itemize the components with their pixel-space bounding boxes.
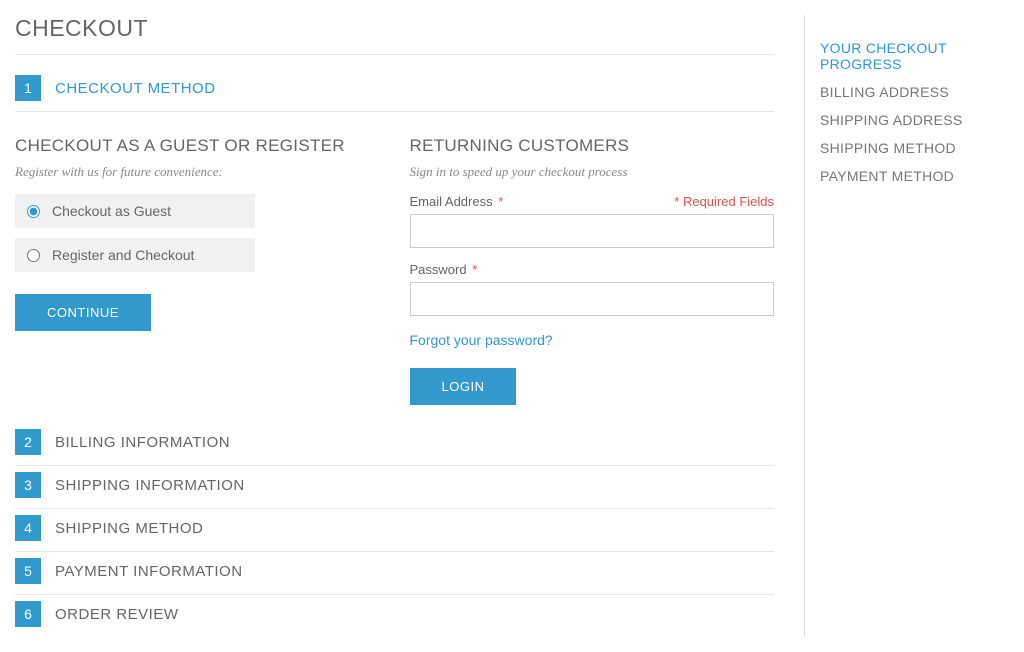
step-1-number: 1	[15, 75, 41, 101]
radio-checkout-as-guest[interactable]: Checkout as Guest	[15, 194, 255, 228]
step-4-title: SHIPPING METHOD	[55, 520, 203, 537]
returning-column: RETURNING CUSTOMERS Sign in to speed up …	[410, 136, 775, 405]
email-required-star: *	[498, 194, 503, 209]
step-5-number: 5	[15, 558, 41, 584]
checkout-container: CHECKOUT 1 CHECKOUT METHOD CHECKOUT AS A…	[0, 0, 1024, 652]
step-5-header[interactable]: 5 PAYMENT INFORMATION	[15, 552, 774, 595]
progress-item-shipping-method: SHIPPING METHOD	[820, 140, 1009, 156]
step-2-number: 2	[15, 429, 41, 455]
step-1-header[interactable]: 1 CHECKOUT METHOD	[15, 69, 774, 112]
step-6-title: ORDER REVIEW	[55, 606, 179, 623]
step-1-title: CHECKOUT METHOD	[55, 80, 216, 97]
step-2-title: BILLING INFORMATION	[55, 434, 230, 451]
password-label: Password *	[410, 262, 775, 277]
login-button[interactable]: LOGIN	[410, 368, 517, 405]
progress-item-payment: PAYMENT METHOD	[820, 168, 1009, 184]
step-3-number: 3	[15, 472, 41, 498]
progress-sidebar: YOUR CHECKOUT PROGRESS BILLING ADDRESS S…	[804, 15, 1009, 637]
radio-guest-label[interactable]: Checkout as Guest	[52, 203, 171, 219]
password-required-star: *	[472, 262, 477, 277]
continue-button[interactable]: CONTINUE	[15, 294, 151, 331]
radio-register-and-checkout[interactable]: Register and Checkout	[15, 238, 255, 272]
step-3-title: SHIPPING INFORMATION	[55, 477, 245, 494]
step-1-body: CHECKOUT AS A GUEST OR REGISTER Register…	[15, 112, 774, 423]
guest-heading: CHECKOUT AS A GUEST OR REGISTER	[15, 136, 380, 156]
progress-item-shipping-address: SHIPPING ADDRESS	[820, 112, 1009, 128]
title-divider	[15, 54, 774, 55]
guest-sub: Register with us for future convenience:	[15, 164, 380, 180]
page-title: CHECKOUT	[15, 15, 774, 42]
step-3-header[interactable]: 3 SHIPPING INFORMATION	[15, 466, 774, 509]
step-4-number: 4	[15, 515, 41, 541]
step-5-title: PAYMENT INFORMATION	[55, 563, 243, 580]
guest-column: CHECKOUT AS A GUEST OR REGISTER Register…	[15, 136, 380, 405]
returning-heading: RETURNING CUSTOMERS	[410, 136, 775, 156]
main-column: CHECKOUT 1 CHECKOUT METHOD CHECKOUT AS A…	[15, 15, 804, 637]
step-6-header[interactable]: 6 ORDER REVIEW	[15, 595, 774, 637]
radio-register-label[interactable]: Register and Checkout	[52, 247, 194, 263]
step-4-header[interactable]: 4 SHIPPING METHOD	[15, 509, 774, 552]
radio-register-input[interactable]	[27, 249, 40, 262]
email-row: * Required Fields Email Address *	[410, 194, 775, 248]
password-label-text: Password	[410, 262, 467, 277]
progress-item-billing: BILLING ADDRESS	[820, 84, 1009, 100]
required-fields-hint: * Required Fields	[674, 194, 774, 209]
email-label-text: Email Address	[410, 194, 493, 209]
step-6-number: 6	[15, 601, 41, 627]
password-input[interactable]	[410, 282, 775, 316]
password-row: Password *	[410, 262, 775, 316]
email-input[interactable]	[410, 214, 775, 248]
radio-guest-input[interactable]	[27, 205, 40, 218]
step-2-header[interactable]: 2 BILLING INFORMATION	[15, 423, 774, 466]
returning-sub: Sign in to speed up your checkout proces…	[410, 164, 775, 180]
forgot-password-link[interactable]: Forgot your password?	[410, 332, 553, 348]
progress-title: YOUR CHECKOUT PROGRESS	[820, 40, 1009, 72]
